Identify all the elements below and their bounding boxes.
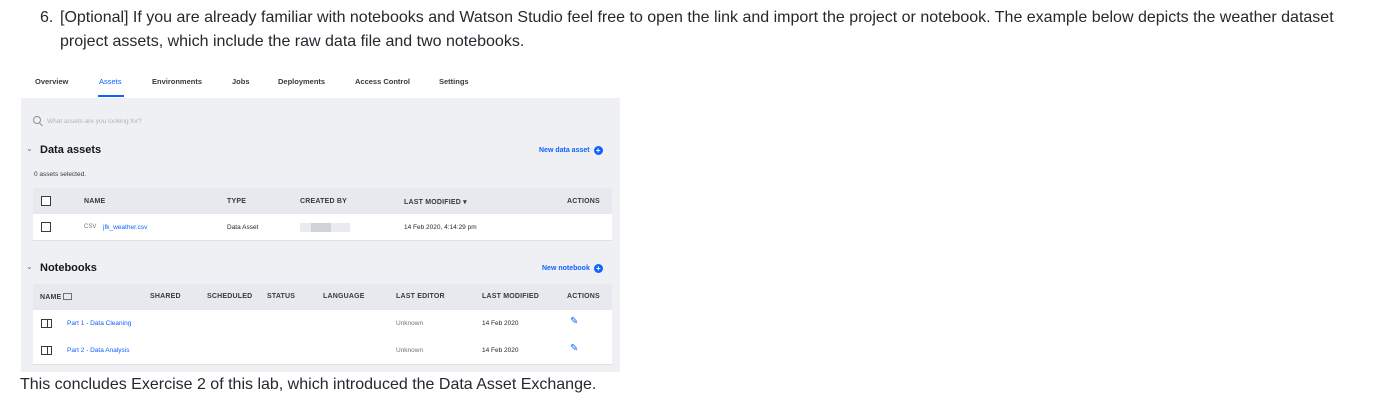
step-number: 6.	[40, 9, 54, 26]
step-text-line1: [Optional] If you are already familiar w…	[60, 9, 1334, 26]
notebook-last-editor: Unknown	[396, 347, 424, 354]
table-row[interactable]: CSV jfk_weather.csv Data Asset 14 Feb 20…	[33, 214, 612, 241]
col-scheduled[interactable]: SCHEDULED	[207, 293, 252, 300]
notebook-icon	[41, 319, 52, 328]
pencil-icon[interactable]: ✎	[570, 316, 578, 327]
search-icon	[33, 116, 41, 124]
step-text-line2: project assets, which include the raw da…	[60, 33, 525, 50]
notebook-last-editor: Unknown	[396, 320, 424, 327]
col-language[interactable]: LANGUAGE	[323, 293, 365, 300]
add-icon: +	[593, 146, 603, 155]
tab-overview[interactable]: Overview	[35, 77, 68, 86]
tab-jobs[interactable]: Jobs	[232, 77, 250, 86]
notebook-icon	[41, 346, 52, 355]
notebook-last-modified: 14 Feb 2020	[482, 320, 519, 327]
col-last-modified[interactable]: LAST MODIFIED	[482, 293, 539, 300]
notebook-name-link[interactable]: Part 2 - Data Analysis	[67, 347, 130, 354]
chevron-down-icon[interactable]: ⌄	[26, 144, 33, 153]
new-notebook-button[interactable]: New notebook +	[542, 264, 603, 273]
tab-assets[interactable]: Assets	[99, 77, 122, 86]
data-assets-header: NAME TYPE CREATED BY LAST MODIFIED ▾ ACT…	[33, 188, 612, 214]
notebooks-title: Notebooks	[40, 262, 97, 274]
tab-settings[interactable]: Settings	[439, 77, 469, 86]
created-by-avatar	[300, 223, 350, 232]
select-all-checkbox[interactable]	[41, 196, 51, 206]
col-type[interactable]: TYPE	[227, 198, 246, 205]
notebook-last-modified: 14 Feb 2020	[482, 347, 519, 354]
asset-last-modified: 14 Feb 2020, 4:14:29 pm	[404, 224, 477, 231]
col-created-by[interactable]: CREATED BY	[300, 198, 347, 205]
assets-selected-text: 0 assets selected.	[34, 171, 87, 178]
new-notebook-label: New notebook	[542, 265, 590, 272]
active-tab-indicator	[98, 95, 124, 97]
pencil-icon[interactable]: ✎	[570, 343, 578, 354]
row-checkbox[interactable]	[41, 222, 51, 232]
asset-type: Data Asset	[227, 224, 259, 231]
sort-icon	[63, 293, 73, 300]
watson-studio-screenshot: Overview Assets Environments Jobs Deploy…	[21, 66, 620, 372]
tab-environments[interactable]: Environments	[152, 77, 202, 86]
new-data-asset-button[interactable]: New data asset +	[539, 146, 603, 155]
notebook-name-link[interactable]: Part 1 - Data Cleaning	[67, 320, 131, 327]
notebooks-header: NAME SHARED SCHEDULED STATUS LANGUAGE LA…	[33, 284, 612, 310]
col-last-modified[interactable]: LAST MODIFIED ▾	[404, 198, 467, 206]
conclusion-text: This concludes Exercise 2 of this lab, w…	[20, 376, 597, 393]
project-tabs: Overview Assets Environments Jobs Deploy…	[21, 66, 620, 98]
col-name[interactable]: NAME	[40, 293, 73, 301]
add-icon: +	[593, 264, 603, 273]
table-row[interactable]: Part 2 - Data Analysis Unknown 14 Feb 20…	[33, 337, 612, 365]
file-type-badge: CSV	[84, 224, 97, 230]
asset-name-link[interactable]: jfk_weather.csv	[103, 224, 147, 231]
col-name[interactable]: NAME	[84, 198, 105, 205]
tab-access-control[interactable]: Access Control	[355, 77, 410, 86]
col-status[interactable]: STATUS	[267, 293, 295, 300]
asset-search[interactable]: What assets are you looking for?	[33, 116, 142, 125]
data-assets-title: Data assets	[40, 144, 102, 156]
instruction-step: 6. [Optional] If you are already familiar…	[40, 6, 1375, 54]
chevron-down-icon[interactable]: ⌄	[26, 262, 33, 271]
search-placeholder: What assets are you looking for?	[47, 118, 142, 125]
new-data-asset-label: New data asset	[539, 147, 590, 154]
table-row[interactable]: Part 1 - Data Cleaning Unknown 14 Feb 20…	[33, 310, 612, 338]
col-actions: ACTIONS	[567, 198, 600, 205]
col-name-label: NAME	[40, 294, 62, 301]
tab-deployments[interactable]: Deployments	[278, 77, 325, 86]
col-shared[interactable]: SHARED	[150, 293, 181, 300]
col-last-editor[interactable]: LAST EDITOR	[396, 293, 445, 300]
col-actions: ACTIONS	[567, 293, 600, 300]
